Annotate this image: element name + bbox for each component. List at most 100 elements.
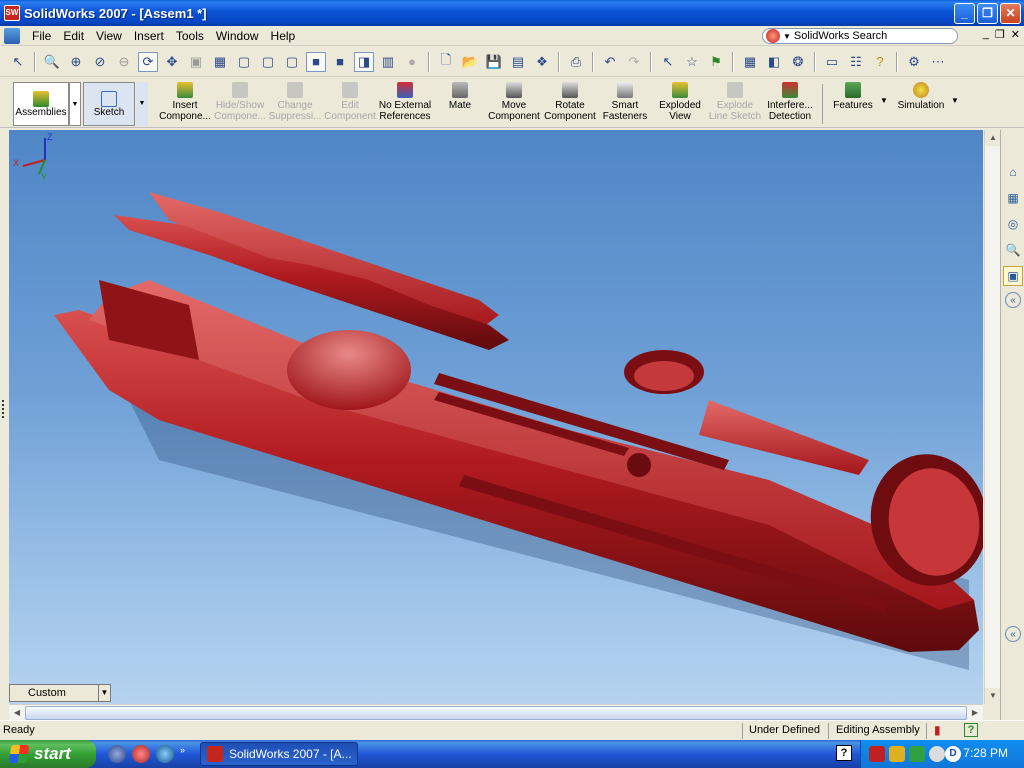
rotate-component-button[interactable]: Rotate Component: [542, 82, 598, 126]
shaded-with-edges-icon[interactable]: ■: [306, 51, 326, 72]
rebuild-icon[interactable]: ⚑: [706, 52, 726, 72]
insert-component-button[interactable]: Insert Compone...: [158, 82, 212, 126]
window-layout-icon[interactable]: ▭: [822, 52, 842, 72]
doc-restore-button[interactable]: ❐: [995, 28, 1005, 41]
new-document-icon[interactable]: 🗋: [436, 52, 456, 72]
collapse-task-pane-icon[interactable]: «: [1005, 626, 1021, 642]
view-orientation-select[interactable]: Custom ▼: [9, 684, 111, 702]
menu-edit[interactable]: Edit: [57, 29, 90, 43]
menu-view[interactable]: View: [90, 29, 128, 43]
wireframe-icon[interactable]: ▢: [234, 52, 254, 72]
volume-tray-icon[interactable]: [929, 746, 945, 762]
features-dropdown-arrow-icon[interactable]: ▼: [880, 96, 888, 105]
save-icon[interactable]: 💾: [484, 52, 504, 72]
expand-task-pane-icon[interactable]: «: [1005, 292, 1021, 308]
pan-icon[interactable]: ✥: [162, 52, 182, 72]
rotate-view-icon[interactable]: ⟳: [138, 51, 158, 72]
menu-file[interactable]: File: [26, 29, 57, 43]
toolbox-icon[interactable]: ⚙: [904, 52, 924, 72]
search-dropdown-arrow-icon[interactable]: ▼: [783, 32, 791, 41]
help-tray-icon[interactable]: ?: [836, 745, 852, 761]
help-icon[interactable]: ?: [870, 52, 890, 72]
design-library-icon[interactable]: ▦: [1003, 188, 1023, 208]
hidden-lines-removed-icon[interactable]: ▢: [282, 52, 302, 72]
tab-assemblies[interactable]: Assemblies: [13, 82, 69, 126]
undo-icon[interactable]: ↶: [600, 52, 620, 72]
menu-window[interactable]: Window: [210, 29, 265, 43]
assembly-model[interactable]: [9, 130, 983, 704]
zoom-to-fit-icon[interactable]: 🔍: [42, 52, 62, 72]
scroll-down-arrow-icon[interactable]: ▼: [985, 688, 1001, 704]
scroll-up-arrow-icon[interactable]: ▲: [985, 130, 1001, 146]
doc-minimize-button[interactable]: _: [983, 28, 989, 41]
select-filter-icon[interactable]: ☆: [682, 52, 702, 72]
restore-button[interactable]: ❐: [977, 3, 998, 24]
select-icon[interactable]: ↖: [8, 52, 28, 72]
vertical-scrollbar[interactable]: ▲ ▼: [984, 130, 1001, 704]
solidworks-resources-home-icon[interactable]: ⌂: [1003, 162, 1023, 182]
quicklaunch-show-desktop-icon[interactable]: »: [180, 745, 190, 763]
no-external-references-button[interactable]: No External References: [377, 82, 433, 126]
close-button[interactable]: ✕: [1000, 3, 1021, 24]
mate-button[interactable]: Mate: [440, 82, 480, 126]
sketch-dropdown-button[interactable]: ▼: [136, 82, 148, 126]
minimize-button[interactable]: _: [954, 3, 975, 24]
open-icon[interactable]: 📂: [460, 52, 480, 72]
change-suppression-button[interactable]: Change Suppressi...: [268, 82, 322, 126]
alert-shield-tray-icon[interactable]: [889, 746, 905, 762]
3d-drawing-view-icon[interactable]: ▣: [186, 52, 206, 72]
section-view-icon[interactable]: ▥: [378, 52, 398, 72]
rebuild-status-icon[interactable]: ▮: [934, 723, 941, 737]
quicklaunch-browser-icon[interactable]: [132, 745, 150, 763]
quicklaunch-ie-icon[interactable]: [156, 745, 174, 763]
realview-icon[interactable]: ●: [402, 52, 422, 72]
chevron-down-icon[interactable]: ▼: [98, 685, 110, 701]
make-drawing-icon[interactable]: ▤: [508, 52, 528, 72]
redo-icon[interactable]: ↷: [624, 52, 644, 72]
tab-sketch[interactable]: Sketch: [83, 82, 135, 126]
options-icon[interactable]: ☷: [846, 52, 866, 72]
taskbar-solidworks-item[interactable]: SolidWorks 2007 - [A...: [200, 742, 358, 766]
photoworks-icon[interactable]: ⋯: [928, 52, 948, 72]
file-explorer-icon[interactable]: ◎: [1003, 214, 1023, 234]
print-icon[interactable]: ⎙: [566, 52, 586, 72]
hidden-lines-visible-icon[interactable]: ▢: [258, 52, 278, 72]
assemblies-dropdown-button[interactable]: ▼: [69, 82, 81, 126]
standard-views-icon[interactable]: ▦: [210, 52, 230, 72]
edit-appearance-icon[interactable]: ▦: [740, 52, 760, 72]
document-icon[interactable]: [4, 27, 20, 44]
menu-insert[interactable]: Insert: [128, 29, 170, 43]
zoom-to-selection-icon[interactable]: ⊖: [114, 52, 134, 72]
security-shield-tray-icon[interactable]: [869, 746, 885, 762]
shaded-icon[interactable]: ■: [330, 52, 350, 72]
scroll-right-arrow-icon[interactable]: ▶: [967, 705, 983, 721]
quicklaunch-media-icon[interactable]: [108, 745, 126, 763]
smart-fasteners-button[interactable]: Smart Fasteners: [599, 82, 651, 126]
edit-component-button[interactable]: Edit Component: [323, 82, 377, 126]
display-style-icon[interactable]: ◧: [764, 52, 784, 72]
horizontal-scrollbar[interactable]: ◀ ▶: [9, 704, 983, 720]
make-assembly-icon[interactable]: ❖: [532, 52, 552, 72]
zoom-in-out-icon[interactable]: ⊘: [90, 52, 110, 72]
simulation-button[interactable]: Simulation: [894, 82, 948, 126]
view-palette-icon[interactable]: ▣: [1003, 266, 1023, 286]
move-component-button[interactable]: Move Component: [487, 82, 541, 126]
menu-tools[interactable]: Tools: [170, 29, 210, 43]
status-help-icon[interactable]: ?: [964, 723, 978, 737]
interference-detection-button[interactable]: Interfere... Detection: [763, 82, 817, 126]
search-pane-icon[interactable]: 🔍: [1003, 240, 1023, 260]
select-arrow-icon[interactable]: ↖: [658, 52, 678, 72]
menu-help[interactable]: Help: [265, 29, 302, 43]
solidworks-app-icon[interactable]: SW: [4, 5, 20, 21]
solidworks-search-box[interactable]: ▼ SolidWorks Search: [762, 28, 958, 44]
simulation-dropdown-arrow-icon[interactable]: ▼: [951, 96, 959, 105]
scroll-left-arrow-icon[interactable]: ◀: [9, 705, 25, 721]
doc-close-button[interactable]: ✕: [1011, 28, 1020, 41]
shadows-in-shaded-mode-icon[interactable]: ◨: [354, 51, 374, 72]
graphics-area[interactable]: Z X Y Custom ▼: [9, 130, 983, 704]
start-button[interactable]: start: [0, 740, 96, 768]
zoom-to-area-icon[interactable]: ⊕: [66, 52, 86, 72]
exploded-view-button[interactable]: Exploded View: [654, 82, 706, 126]
scroll-thumb[interactable]: [25, 706, 967, 720]
d-app-tray-icon[interactable]: D: [945, 746, 961, 762]
